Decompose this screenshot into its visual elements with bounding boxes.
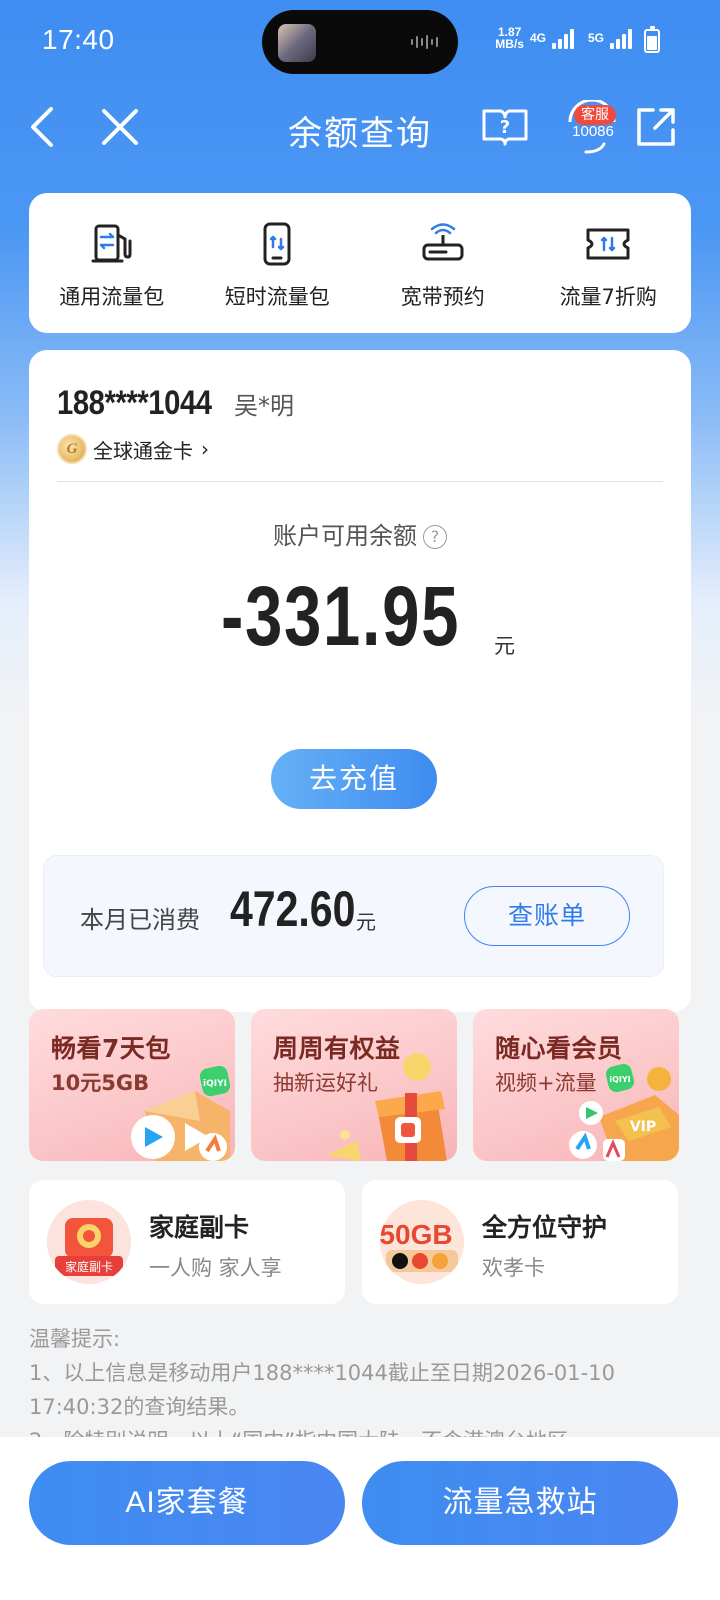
quick-nav-label: 宽带预约 <box>400 285 485 309</box>
customer-service-number: 10086 <box>572 123 614 140</box>
phone-number: 188****1044 <box>57 384 212 422</box>
svg-text:iQIYI: iQIYI <box>203 1079 227 1089</box>
svg-text:VIP: VIP <box>630 1119 656 1135</box>
data-ticket-icon <box>586 228 630 260</box>
share-button[interactable] <box>634 100 678 154</box>
network-5g-label: 5G <box>587 31 604 45</box>
signal-icon <box>551 27 574 49</box>
gift-box-icon <box>327 1053 447 1161</box>
signal-icon <box>610 27 632 49</box>
feature-title: 家庭副卡 <box>149 1213 250 1242</box>
battery-icon <box>644 26 660 53</box>
help-icon[interactable]: ? <box>423 525 447 549</box>
full-protection-feature[interactable]: 50GB 全方位守护 欢孝卡 <box>362 1180 678 1304</box>
tips-line: 1、以上信息是移动用户188****1044截止至日期2026-01-10 17… <box>29 1361 615 1419</box>
balance-card: 188****1044 吴*明 G 全球通金卡 › 账户可用余额? -331.9… <box>29 350 691 1012</box>
balance-unit: 元 <box>494 634 515 658</box>
promo-member[interactable]: 随心看会员 视频+流量 iQIYI VIP <box>473 1009 679 1161</box>
back-icon <box>31 107 53 147</box>
media-thumbnail <box>278 24 316 62</box>
quick-nav-card: 通用流量包 短时流量包 宽带预约 流量7折购 <box>29 193 691 333</box>
promo-weekly-rights[interactable]: 周周有权益 抽新运好礼 <box>251 1009 457 1161</box>
share-icon <box>637 108 675 146</box>
quick-nav-general-data[interactable]: 通用流量包 <box>29 193 195 333</box>
customer-service-badge: 客服 <box>574 105 616 125</box>
promo-title: 随心看会员 <box>495 1034 623 1063</box>
quick-nav-data-discount[interactable]: 流量7折购 <box>526 193 692 333</box>
monthly-consumption: 本月已消费 472.60 元 查账单 <box>43 855 664 977</box>
status-bar: 17:40 1.87 MB/s 4G 5G <box>0 0 720 84</box>
recharge-button[interactable]: 去充值 <box>271 749 437 809</box>
chevron-right-icon: › <box>201 437 209 461</box>
consumed-amount: 472.60 <box>230 881 356 937</box>
view-bill-button[interactable]: 查账单 <box>464 886 630 946</box>
svg-text:iQIYI: iQIYI <box>609 1075 630 1084</box>
svg-text:家庭副卡: 家庭副卡 <box>65 1259 113 1274</box>
back-button[interactable] <box>22 100 62 154</box>
help-book-icon: ? <box>482 109 528 146</box>
tips-scroll-area: 温馨提示: 1、以上信息是移动用户188****1044截止至日期2026-01… <box>0 1322 720 1438</box>
quick-nav-label: 通用流量包 <box>59 285 165 309</box>
divider <box>57 481 663 482</box>
clock: 17:40 <box>42 24 115 55</box>
feature-title: 全方位守护 <box>482 1213 608 1242</box>
bottom-action-bar: AI家套餐 流量急救站 <box>0 1437 720 1600</box>
balance-label-text: 账户可用余额 <box>273 522 417 550</box>
quick-nav-short-data[interactable]: 短时流量包 <box>195 193 361 333</box>
svg-text:?: ? <box>500 117 510 138</box>
quick-nav-label: 短时流量包 <box>224 285 330 309</box>
quick-nav-broadband[interactable]: 宽带预约 <box>360 193 526 333</box>
feature-subtitle: 欢孝卡 <box>482 1256 545 1280</box>
router-icon <box>422 223 464 261</box>
dynamic-island[interactable] <box>262 10 458 74</box>
tips-line: 2、除特别说明，以上“国内”指中国大陆，不含港澳台地区 <box>29 1424 691 1438</box>
family-card-feature[interactable]: 家庭副卡 家庭副卡 一人购 家人享 <box>29 1180 345 1304</box>
plan-name: 全球通金卡 <box>93 438 193 463</box>
consumed-unit: 元 <box>356 910 376 934</box>
close-icon <box>102 109 138 145</box>
help-button[interactable]: ? <box>480 100 530 154</box>
data-50gb-icon: 50GB <box>380 1200 464 1284</box>
tips: 温馨提示: 1、以上信息是移动用户188****1044截止至日期2026-01… <box>29 1322 691 1438</box>
phone-data-icon <box>263 222 291 266</box>
close-button[interactable] <box>98 100 142 154</box>
gold-card-icon: G <box>57 434 87 464</box>
svg-text:50GB: 50GB <box>380 1219 453 1250</box>
status-icons: 1.87 MB/s 4G 5G <box>495 26 666 50</box>
promo-7day-pack[interactable]: 畅看7天包 10元5GB iQIYI <box>29 1009 235 1161</box>
quick-nav-label: 流量7折购 <box>559 285 657 309</box>
balance-label: 账户可用余额? <box>29 516 691 551</box>
video-apps-icon: iQIYI <box>131 1065 231 1161</box>
ai-family-plan-button[interactable]: AI家套餐 <box>29 1461 345 1545</box>
network-speed: 1.87 MB/s <box>495 25 524 51</box>
audio-wave-icon <box>411 34 438 50</box>
plan-tag[interactable]: G 全球通金卡 › <box>57 434 209 464</box>
feature-subtitle: 一人购 家人享 <box>149 1256 282 1280</box>
family-card-icon: 家庭副卡 <box>47 1200 131 1284</box>
vip-apps-icon: iQIYI VIP <box>569 1063 679 1161</box>
data-pump-icon <box>91 224 132 263</box>
data-rescue-button[interactable]: 流量急救站 <box>362 1461 678 1545</box>
balance-amount: -331.95 <box>221 569 461 663</box>
tips-heading: 温馨提示: <box>29 1327 121 1351</box>
consumed-label: 本月已消费 <box>80 906 200 934</box>
user-name: 吴*明 <box>234 392 294 420</box>
network-4g-label: 4G <box>529 31 546 45</box>
